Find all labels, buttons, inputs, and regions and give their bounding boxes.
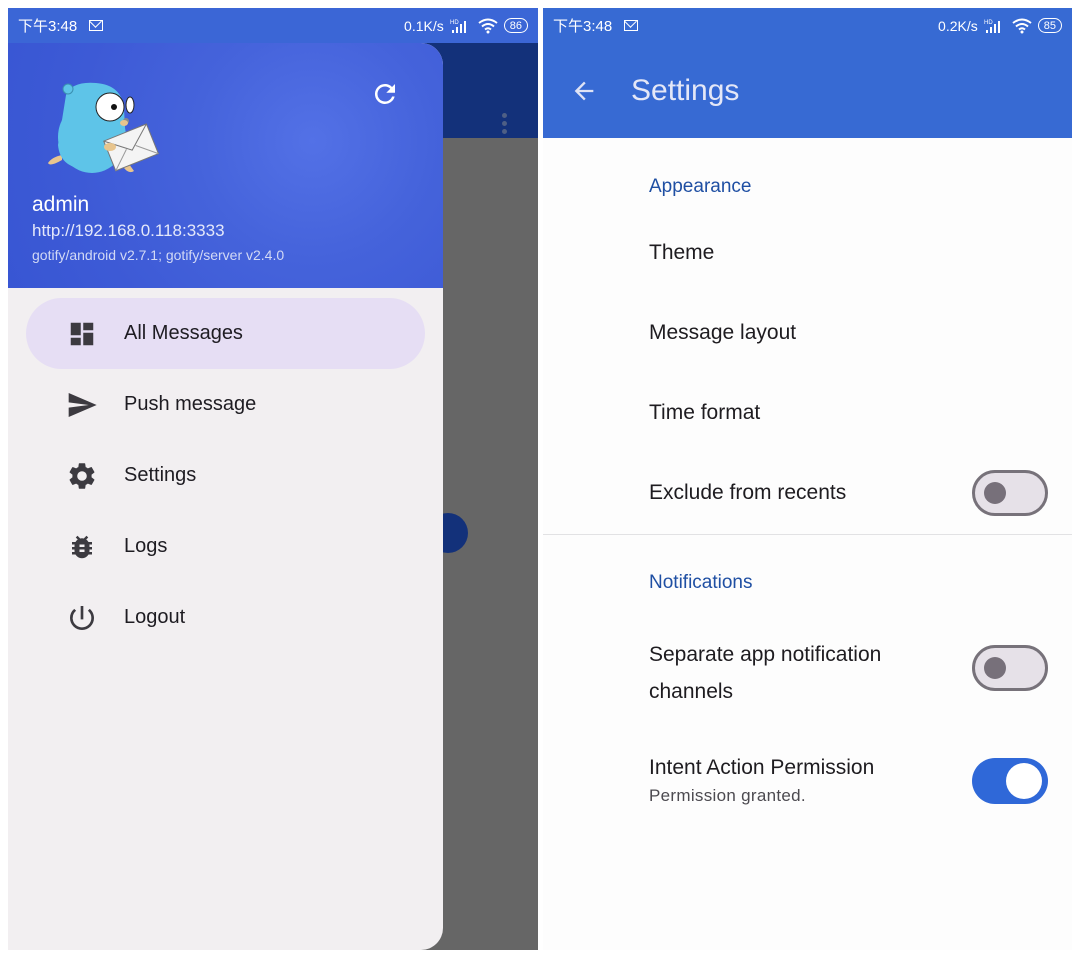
toggle-knob — [984, 482, 1006, 504]
signal-icon: HD — [450, 20, 466, 33]
toggle-knob — [1006, 763, 1042, 799]
battery-icon: 86 — [503, 18, 528, 33]
power-icon — [66, 602, 98, 634]
left-screen: 下午3:48 0.1K/s HD 86 admin http://192.168… — [8, 8, 538, 950]
exclude-from-recents-toggle[interactable] — [972, 470, 1048, 516]
intent-action-permission-toggle[interactable] — [972, 758, 1048, 804]
mail-icon — [624, 20, 639, 31]
nav-item-label: All Messages — [124, 322, 243, 344]
pref-time-format[interactable]: Time format — [649, 401, 1072, 425]
section-title-appearance: Appearance — [649, 176, 752, 197]
status-time: 下午3:48 — [18, 18, 78, 35]
send-icon — [66, 389, 98, 421]
svg-text:HD: HD — [984, 20, 993, 26]
dashboard-icon — [66, 318, 98, 350]
status-time: 下午3:48 — [553, 18, 613, 35]
navigation-drawer: admin http://192.168.0.118:3333 gotify/a… — [8, 43, 443, 950]
version-info: gotify/android v2.7.1; gotify/server v2.… — [32, 247, 285, 263]
wifi-icon — [1012, 18, 1032, 33]
wifi-icon — [478, 18, 498, 33]
battery-icon: 85 — [1037, 18, 1062, 33]
nav-item-logs[interactable]: Logs — [26, 511, 425, 582]
toggle-knob — [984, 657, 1006, 679]
pref-label: Message layout — [649, 321, 797, 344]
signal-icon: HD — [984, 20, 1000, 33]
gotify-gopher-logo — [48, 82, 159, 173]
pref-label: Exclude from recents — [649, 481, 847, 504]
pref-label: Separate app notification channels — [649, 643, 882, 703]
pref-theme[interactable]: Theme — [649, 241, 1072, 265]
more-vert-icon — [502, 113, 508, 134]
separate-channels-toggle[interactable] — [972, 645, 1048, 691]
arrow-back-icon[interactable] — [569, 76, 599, 106]
drawer-menu: All Messages Push message Settings Logs — [8, 288, 443, 653]
nav-item-label: Settings — [124, 464, 197, 486]
nav-item-label: Push message — [124, 393, 257, 415]
nav-item-push-message[interactable]: Push message — [26, 369, 425, 440]
nav-item-settings[interactable]: Settings — [26, 440, 425, 511]
gear-icon — [66, 460, 98, 492]
nav-item-label: Logout — [124, 606, 186, 628]
username: admin — [32, 193, 90, 216]
nav-item-logout[interactable]: Logout — [26, 582, 425, 653]
drawer-header: admin http://192.168.0.118:3333 gotify/a… — [8, 43, 443, 288]
bug-icon — [66, 531, 98, 563]
pref-label: Time format — [649, 401, 761, 424]
server-url: http://192.168.0.118:3333 — [32, 221, 225, 240]
status-bar: 下午3:48 0.1K/s HD 86 — [8, 8, 538, 43]
right-screen: 下午3:48 0.2K/s HD 85 Settings Appearance … — [543, 8, 1072, 950]
settings-appbar: Settings — [543, 43, 1072, 138]
refresh-icon[interactable] — [370, 79, 400, 109]
page-title: Settings — [631, 73, 740, 107]
pref-label: Theme — [649, 241, 715, 264]
settings-list: Appearance Theme Message layout Time for… — [543, 138, 1072, 950]
nav-item-all-messages[interactable]: All Messages — [26, 298, 425, 369]
section-title-notifications: Notifications — [649, 572, 753, 593]
net-speed: 0.1K/s — [404, 17, 444, 34]
section-divider — [543, 534, 1072, 535]
nav-item-label: Logs — [124, 535, 168, 557]
pref-message-layout[interactable]: Message layout — [649, 321, 1072, 345]
net-speed: 0.2K/s — [938, 17, 978, 34]
status-bar: 下午3:48 0.2K/s HD 85 — [543, 8, 1072, 43]
svg-text:HD: HD — [450, 20, 459, 26]
pref-separate-notification-channels[interactable]: Separate app notification channels — [649, 636, 949, 710]
mail-icon — [89, 20, 104, 31]
